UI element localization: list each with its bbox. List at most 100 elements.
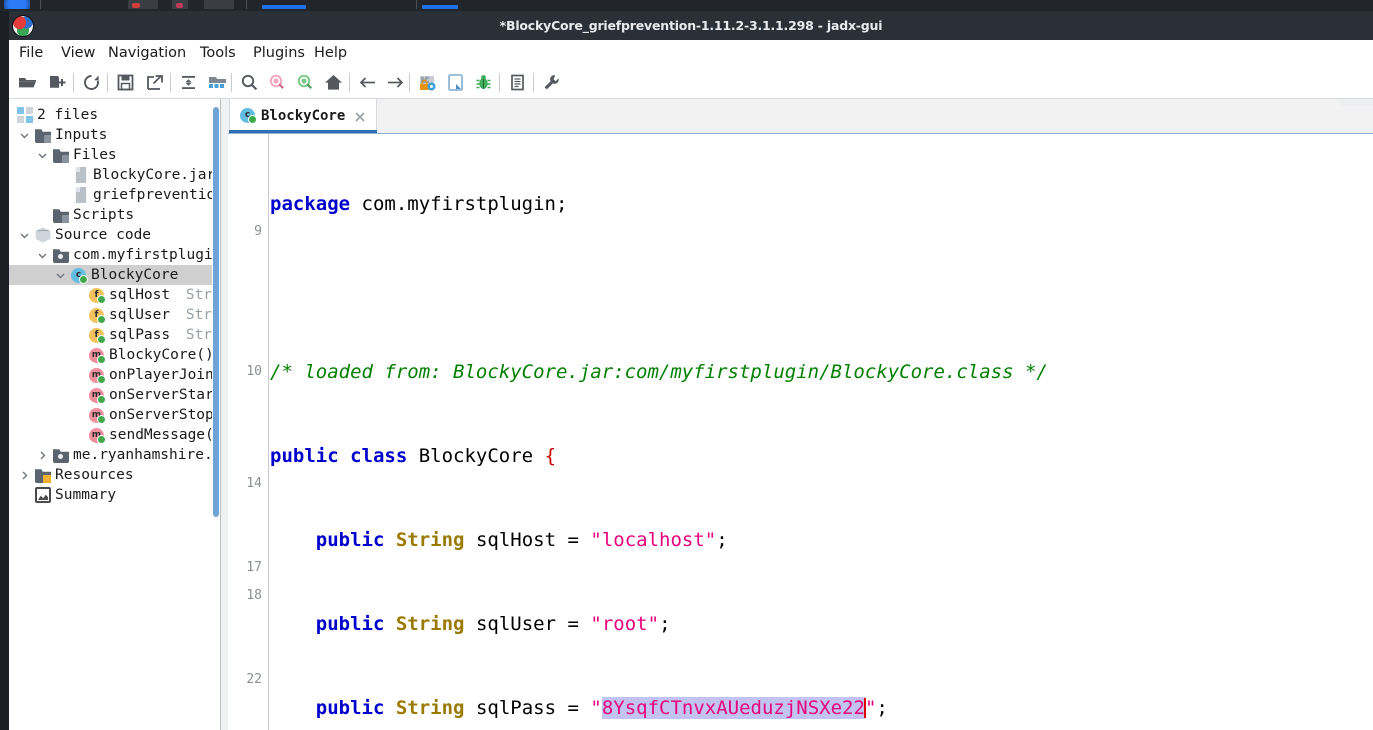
code-line-sqluser[interactable]: public String sqlUser = "root"; <box>270 610 1373 638</box>
taskbar-app-chip[interactable] <box>4 0 30 9</box>
tree-node-label: Inputs <box>55 125 107 145</box>
tree-node-label: sqlPass <box>109 325 170 345</box>
code-line-blank[interactable] <box>270 274 1373 302</box>
taskbar-app-chip[interactable] <box>204 0 234 9</box>
field-icon: f <box>89 328 104 343</box>
source-code[interactable]: package com.myfirstplugin; /* loaded fro… <box>270 134 1373 730</box>
tree-node-method-sendmessage[interactable]: m sendMessage(S <box>9 425 220 445</box>
flat-packages-icon[interactable] <box>205 70 230 95</box>
deobfuscation-icon[interactable] <box>415 70 440 95</box>
chevron-right-icon[interactable] <box>35 445 49 465</box>
tree-node-blockycore-class[interactable]: c BlockyCore <box>9 265 220 285</box>
tree-node-method-blockycore-ctor[interactable]: m BlockyCore() v <box>9 345 220 365</box>
project-tree[interactable]: 2 files Inputs Files BlockyCore.jar gr <box>9 99 220 730</box>
tree-node-scripts[interactable]: Scripts <box>9 205 220 225</box>
line-number: 22 <box>228 666 262 694</box>
tree-node-label: Summary <box>55 485 116 505</box>
home-icon[interactable] <box>321 70 346 95</box>
toolbar-separator <box>533 73 534 92</box>
menu-plugins[interactable]: Plugins <box>248 40 310 66</box>
package-icon <box>53 447 69 463</box>
menu-help[interactable]: Help <box>309 40 352 66</box>
tree-node-2-files[interactable]: 2 files <box>9 105 220 125</box>
tree-node-method-onserverstop[interactable]: m onServerStop( <box>9 405 220 425</box>
tree-node-com-myfirstplugin[interactable]: com.myfirstplugin <box>9 245 220 265</box>
tree-node-inputs[interactable]: Inputs <box>9 125 220 145</box>
taskbar-active-indicator[interactable] <box>422 5 458 9</box>
tree-node-label: sqlUser <box>109 305 170 325</box>
tree-node-label: BlockyCore() <box>109 345 214 365</box>
split-divider[interactable] <box>221 99 228 730</box>
preferences-icon[interactable] <box>539 70 564 95</box>
method-icon: m <box>89 348 104 363</box>
quark-icon[interactable] <box>443 70 468 95</box>
taskbar-active-indicator[interactable] <box>262 5 306 9</box>
tree-node-method-onplayerjoin[interactable]: m onPlayerJoin( <box>9 365 220 385</box>
menu-file[interactable]: File <box>14 40 48 66</box>
close-icon[interactable] <box>353 109 367 123</box>
tree-node-me-ryanhamshire[interactable]: me.ryanhamshire.g <box>9 445 220 465</box>
line-number: 9 <box>228 218 262 246</box>
tree-node-griefprevention-jar[interactable]: griefprevention <box>9 185 220 205</box>
arrow-back-icon[interactable] <box>355 70 380 95</box>
line-number: 14 <box>228 470 262 498</box>
tree-node-label: me.ryanhamshire.g <box>73 445 220 465</box>
class-icon: c <box>71 268 86 283</box>
log-viewer-icon[interactable] <box>505 70 530 95</box>
menu-navigation[interactable]: Navigation <box>103 40 191 66</box>
menu-view[interactable]: View <box>56 40 100 66</box>
summary-icon <box>35 487 51 503</box>
chevron-down-icon[interactable] <box>17 125 31 145</box>
tree-node-label: BlockyCore.jar <box>93 165 215 185</box>
code-line-sqlhost[interactable]: public String sqlHost = "localhost"; <box>270 526 1373 554</box>
folder-inputs-icon <box>35 127 51 143</box>
collapse-all-icon[interactable] <box>176 70 201 95</box>
tree-node-blockycore-jar[interactable]: BlockyCore.jar <box>9 165 220 185</box>
line-number: 10 <box>228 358 262 386</box>
code-line[interactable]: public class BlockyCore { <box>270 442 1373 470</box>
open-folder-icon[interactable] <box>15 70 40 95</box>
code-viewport[interactable]: 9 10 14 17 18 22 package com.myfirstplug… <box>228 134 1373 730</box>
tree-node-label: com.myfirstplugin <box>73 245 220 265</box>
search-class-icon[interactable] <box>265 70 290 95</box>
chevron-right-icon[interactable] <box>17 465 31 485</box>
menubar: File View Navigation Tools Plugins Help <box>9 40 1373 66</box>
window-titlebar: *BlockyCore_griefprevention-1.11.2-3.1.1… <box>9 11 1373 40</box>
debugger-icon[interactable] <box>471 70 496 95</box>
chevron-down-icon[interactable] <box>35 245 49 265</box>
toolbar-separator <box>73 73 74 92</box>
tree-node-summary[interactable]: Summary <box>9 485 220 505</box>
tree-node-resources[interactable]: Resources <box>9 465 220 485</box>
tree-node-method-onserverstart[interactable]: m onServerStart <box>9 385 220 405</box>
code-line-comment[interactable]: /* loaded from: BlockyCore.jar:com/myfir… <box>270 358 1373 386</box>
chevron-down-icon[interactable] <box>17 225 31 245</box>
chevron-down-icon[interactable] <box>35 145 49 165</box>
tree-node-source-code[interactable]: Source code <box>9 225 220 245</box>
tree-node-label: griefprevention <box>93 185 220 205</box>
tree-node-field-sqluser[interactable]: f sqlUser String <box>9 305 220 325</box>
sql-user-value: root <box>602 613 648 635</box>
toolbar <box>9 66 1373 99</box>
search-icon[interactable] <box>237 70 262 95</box>
class-icon: c <box>240 108 255 123</box>
menu-tools[interactable]: Tools <box>195 40 241 66</box>
tree-node-field-sqlpass[interactable]: f sqlPass String <box>9 325 220 345</box>
folder-scripts-icon <box>53 207 69 223</box>
tree-scrollbar-thumb[interactable] <box>213 107 219 517</box>
taskbar-divider <box>416 0 417 9</box>
arrow-forward-icon[interactable] <box>383 70 408 95</box>
tree-node-field-sqlhost[interactable]: f sqlHost String <box>9 285 220 305</box>
window-title: *BlockyCore_griefprevention-1.11.2-3.1.1… <box>9 11 1373 40</box>
export-gradle-icon[interactable] <box>142 70 167 95</box>
chevron-down-icon[interactable] <box>53 265 67 285</box>
reload-icon[interactable] <box>79 70 104 95</box>
sql-pass-value-selected[interactable]: 8YsqfCTnvxAUeduzjNSXe22 <box>602 697 865 719</box>
code-line[interactable]: package com.myfirstplugin; <box>270 190 1373 218</box>
tree-node-files[interactable]: Files <box>9 145 220 165</box>
toolbar-separator <box>349 73 350 92</box>
toolbar-separator <box>170 73 171 92</box>
code-line-sqlpass[interactable]: public String sqlPass = "8YsqfCTnvxAUedu… <box>270 694 1373 722</box>
search-comment-icon[interactable] <box>293 70 318 95</box>
add-files-icon[interactable] <box>45 70 70 95</box>
save-all-icon[interactable] <box>113 70 138 95</box>
